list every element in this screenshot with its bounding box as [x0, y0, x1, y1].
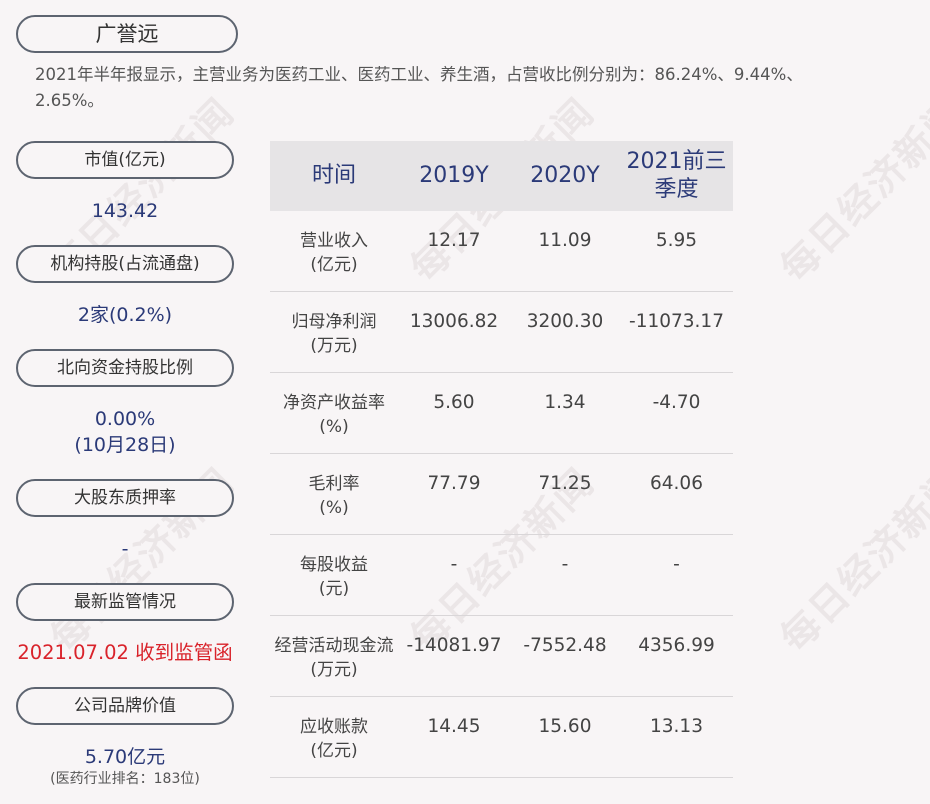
watermark: 每日经济新闻 — [772, 89, 930, 291]
table-cell: - — [673, 554, 680, 575]
row-label: 毛利率 (%) — [308, 474, 360, 518]
table-row: 应收账款 (亿元) 14.45 15.60 13.13 — [270, 697, 733, 778]
header-2021q3: 2021前三季度 — [626, 149, 727, 202]
financial-table: 时间 2019Y 2020Y 2021前三季度 营业收入 (亿元) 12.17 1… — [270, 141, 733, 778]
table-row: 毛利率 (%) 77.79 71.25 64.06 — [270, 454, 733, 535]
market-cap-label: 市值(亿元) — [16, 141, 234, 179]
company-name-pill: 广誉远 — [16, 15, 238, 53]
row-label: 经营活动现金流 (万元) — [274, 636, 394, 680]
market-cap-value: 143.42 — [91, 200, 159, 222]
northbound-holding-label: 北向资金持股比例 — [16, 349, 234, 387]
table-cell: 12.17 — [427, 230, 481, 251]
pledge-rate-label: 大股东质押率 — [16, 479, 234, 517]
business-description: 2021年半年报显示，主营业务为医药工业、医药工业、养生酒，占营收比例分别为：8… — [35, 65, 803, 110]
table-row: 归母净利润 (万元) 13006.82 3200.30 -11073.17 — [270, 292, 733, 373]
pledge-rate-value: - — [121, 538, 129, 560]
table-cell: -4.70 — [652, 392, 701, 413]
table-cell: -11073.17 — [629, 311, 724, 332]
header-time: 时间 — [311, 163, 356, 188]
regulation-value: 2021.07.02 收到监管函 — [17, 641, 233, 664]
institution-holding-label: 机构持股(占流通盘) — [16, 245, 234, 283]
row-label: 归母净利润 (万元) — [291, 312, 377, 356]
table-cell: 13.13 — [650, 716, 703, 737]
table-cell: 4356.99 — [638, 635, 715, 656]
table-cell: 71.25 — [538, 473, 592, 494]
table-cell: - — [561, 554, 569, 575]
brand-rank: (医药行业排名：183位) — [50, 771, 200, 787]
table-cell: 5.95 — [655, 230, 698, 251]
northbound-holding-value: 0.00% — [94, 408, 156, 430]
institution-holding-value: 2家(0.2%) — [77, 304, 173, 326]
table-cell: - — [450, 554, 458, 575]
regulation-label: 最新监管情况 — [16, 583, 234, 621]
brand-value-label: 公司品牌价值 — [16, 687, 234, 725]
row-label: 净资产收益率 (%) — [283, 393, 385, 437]
row-label: 营业收入 (亿元) — [300, 231, 368, 275]
table-cell: 5.60 — [433, 392, 475, 413]
northbound-holding-date: (10月28日) — [74, 434, 176, 456]
header-2020: 2020Y — [530, 163, 600, 188]
table-cell: -14081.97 — [406, 635, 502, 656]
table-cell: 14.45 — [427, 716, 481, 737]
watermark: 每日经济新闻 — [772, 459, 930, 661]
table-cell: 11.09 — [538, 230, 592, 251]
table-cell: 77.79 — [427, 473, 481, 494]
row-label: 每股收益 (元) — [300, 555, 368, 599]
table-header: 时间 2019Y 2020Y 2021前三季度 — [270, 141, 733, 211]
table-cell: 3200.30 — [526, 311, 604, 332]
row-label: 应收账款 (亿元) — [300, 717, 368, 761]
table-cell: 15.60 — [538, 716, 592, 737]
table-cell: -7552.48 — [523, 635, 607, 656]
table-row: 营业收入 (亿元) 12.17 11.09 5.95 — [270, 211, 733, 292]
table-cell: 64.06 — [650, 473, 703, 494]
header-2019: 2019Y — [419, 163, 489, 188]
table-row: 经营活动现金流 (万元) -14081.97 -7552.48 4356.99 — [270, 616, 733, 697]
table-cell: 13006.82 — [409, 311, 499, 332]
table-row: 净资产收益率 (%) 5.60 1.34 -4.70 — [270, 373, 733, 454]
table-row: 每股收益 (元) - - - — [270, 535, 733, 616]
table-cell: 1.34 — [544, 392, 586, 413]
